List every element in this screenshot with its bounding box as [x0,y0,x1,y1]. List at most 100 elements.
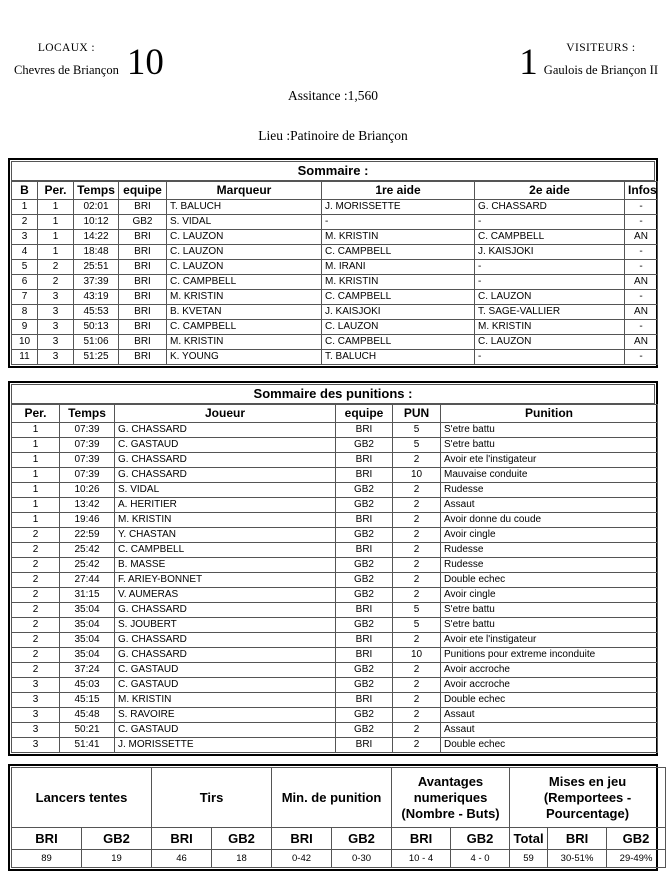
table-cell: BRI [335,542,393,558]
stats-value: 30-51% [547,849,608,868]
stats-subheader: GB2 [606,827,666,850]
table-cell: C. LAUZON [474,289,625,305]
table-cell: 11 [11,349,38,365]
table-cell: GB2 [335,707,393,723]
table-cell: C. CAMPBELL [321,244,475,260]
table-cell: GB2 [335,437,393,453]
table-cell: BRI [118,304,167,320]
table-cell: 9 [11,319,38,335]
team-stats-grid: Lancers tentes Tirs Min. de punition Avanta… [10,767,666,868]
table-cell: - [474,214,625,230]
table-cell: 51:06 [73,334,119,350]
table-cell: 2 [392,692,441,708]
table-row: 2 31:15 V. AUMERAS GB2 2 Avoir cingle [11,587,658,603]
table-cell: 2 [11,662,60,678]
table-cell: 2 [11,557,60,573]
stats-group-header: Mises en jeu (Remportees - Pourcentage) [509,767,666,828]
table-row: 3 45:15 M. KRISTIN BRI 2 Double echec [11,692,658,708]
table-cell: GB2 [118,214,167,230]
col-punition: Punition [440,404,658,423]
table-cell: BRI [118,259,167,275]
table-cell: J. KAISJOKI [474,244,625,260]
stats-subheader: BRI [11,827,82,850]
table-cell: 19:46 [59,512,115,528]
table-cell: M. IRANI [321,259,475,275]
table-row: 11 3 51:25 BRI K. YOUNG T. BALUCH - - [11,349,658,365]
goal-summary-caption: Sommaire : [11,161,655,181]
goal-summary-grid: B Per. Temps equipe Marqueur 1re aide 2e aide I… [11,181,658,365]
table-cell: Y. CHASTAN [114,527,336,543]
table-cell: G. CHASSARD [114,647,336,663]
table-cell: 3 [11,692,60,708]
table-row: 8 3 45:53 BRI B. KVETAN J. KAISJOKI T. SAGE-VA… [11,304,658,320]
table-cell: 07:39 [59,452,115,468]
away-team-block: 1 VISITEURS : Gaulois de Briançon II [519,42,658,81]
table-row: 2 35:04 G. CHASSARD BRI 10 Punitions pour ext… [11,647,658,663]
venue-line: Lieu :Patinoire de Briançon [258,128,408,143]
table-cell: 35:04 [59,632,115,648]
table-cell: 13:42 [59,497,115,513]
table-cell: 1 [11,452,60,468]
table-cell: 2 [37,259,74,275]
table-cell: 1 [11,497,60,513]
table-cell: F. ARIEY-BONNET [114,572,336,588]
table-cell: BRI [118,274,167,290]
table-cell: BRI [118,289,167,305]
table-cell: 2 [392,497,441,513]
table-cell: 5 [11,259,38,275]
table-cell: 3 [37,319,74,335]
home-team-name: Chevres de Briançon [14,63,119,77]
table-cell: 3 [11,677,60,693]
table-cell: 2 [11,542,60,558]
table-cell: GB2 [335,527,393,543]
table-cell: Assaut [440,722,658,738]
table-cell: 07:39 [59,422,115,438]
table-cell: AN [624,229,658,245]
table-cell: Rudesse [440,482,658,498]
table-cell: C. CAMPBELL [321,334,475,350]
col-equipe: equipe [335,404,393,423]
table-cell: T. BALUCH [321,349,475,365]
table-cell: 1 [11,199,38,215]
table-cell: 5 [392,617,441,633]
table-cell: C. LAUZON [321,319,475,335]
table-cell: T. BALUCH [166,199,322,215]
table-cell: S. RAVOIRE [114,707,336,723]
table-cell: 2 [392,512,441,528]
col-pun: PUN [392,404,441,423]
table-cell: M. KRISTIN [321,229,475,245]
table-cell: 2 [11,647,60,663]
table-cell: 10 [11,334,38,350]
stats-group-header: Lancers tentes [10,767,153,828]
table-cell: 1 [37,244,74,260]
table-cell: 37:39 [73,274,119,290]
table-cell: GB2 [335,497,393,513]
table-cell: 10 [392,647,441,663]
stats-group-row: Lancers tentes Tirs Min. de punition Avanta… [10,767,666,828]
col-per: Per. [37,181,74,200]
stats-value: 46 [151,849,213,868]
table-cell: - [321,214,475,230]
table-cell: 3 [11,229,38,245]
table-row: 1 07:39 G. CHASSARD BRI 10 Mauvaise conduite [11,467,658,483]
table-cell: G. CHASSARD [114,467,336,483]
table-cell: BRI [118,334,167,350]
table-cell: C. LAUZON [166,229,322,245]
table-cell: 45:15 [59,692,115,708]
col-equipe: equipe [118,181,167,200]
table-cell: 51:41 [59,737,115,753]
table-cell: C. CAMPBELL [321,289,475,305]
stats-value: 4 - 0 [450,849,511,868]
table-cell: 3 [37,289,74,305]
table-cell: G. CHASSARD [114,632,336,648]
table-row: 2 25:42 B. MASSE GB2 2 Rudesse [11,557,658,573]
table-cell: BRI [118,349,167,365]
table-cell: B. MASSE [114,557,336,573]
stats-group-header: Tirs [151,767,273,828]
table-cell: BRI [118,244,167,260]
col-2e-aide: 2e aide [474,181,625,200]
table-cell: GB2 [335,587,393,603]
stats-subheader: BRI [271,827,333,850]
table-cell: C. GASTAUD [114,662,336,678]
table-cell: GB2 [335,557,393,573]
